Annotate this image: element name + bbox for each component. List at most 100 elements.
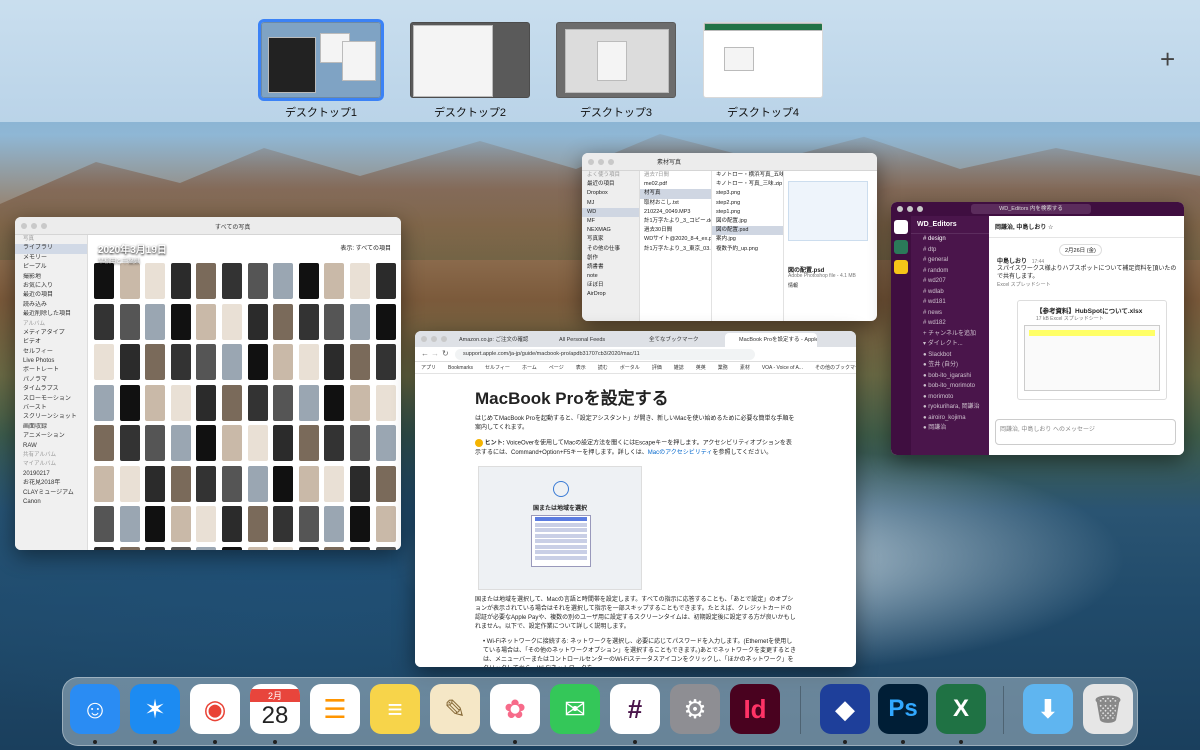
finder-file-item[interactable]: step2.png xyxy=(712,199,783,208)
window-controls[interactable] xyxy=(21,223,47,229)
slack-channel-item[interactable]: ● morimoto xyxy=(911,392,989,403)
photos-grid[interactable]: 2020年3月19日 早稲田と千葉県 表示: すべての項目 xyxy=(88,235,401,550)
photo-thumbnail[interactable] xyxy=(196,384,217,421)
photo-thumbnail[interactable] xyxy=(273,384,294,421)
photos-sidebar-item[interactable]: ピープル xyxy=(15,263,87,272)
photo-thumbnail[interactable] xyxy=(350,506,370,542)
window-controls[interactable] xyxy=(588,159,614,165)
space-thumbnail[interactable] xyxy=(703,22,823,98)
chrome-tab[interactable]: Amazon.co.jp: ご注文の確認 xyxy=(445,333,537,347)
photos-sidebar-item[interactable]: 最近の項目 xyxy=(15,291,87,300)
finder-file-item[interactable]: step3.png xyxy=(712,189,783,198)
photo-thumbnail[interactable] xyxy=(324,263,345,299)
slack-channel-item[interactable]: ● airoiro_kojima xyxy=(911,413,989,424)
dropbox-app[interactable]: ◆ xyxy=(820,684,870,734)
photo-thumbnail[interactable] xyxy=(247,263,268,299)
photo-thumbnail[interactable] xyxy=(324,344,345,380)
photo-thumbnail[interactable] xyxy=(196,303,217,340)
bookmark-item[interactable]: 読む xyxy=(598,365,608,371)
slack-channel-item[interactable]: ● 岡謙治 xyxy=(911,423,989,434)
bookmark-item[interactable]: 素材 xyxy=(740,365,750,371)
bookmark-item[interactable]: 表示 xyxy=(576,365,586,371)
finder-sidebar-item[interactable]: WD xyxy=(582,207,639,217)
photo-thumbnail[interactable] xyxy=(350,384,370,421)
photo-thumbnail[interactable] xyxy=(324,506,345,542)
photo-thumbnail[interactable] xyxy=(119,344,140,380)
slack-channel-item[interactable]: # design xyxy=(911,234,989,245)
photo-thumbnail[interactable] xyxy=(170,303,191,340)
bookmark-item[interactable]: アプリ xyxy=(421,365,436,371)
space-desktop-2[interactable]: デスクトップ2 xyxy=(410,22,530,124)
chrome-tab[interactable]: MacBook Proを設定する - Apple xyxy=(725,333,817,347)
photo-thumbnail[interactable] xyxy=(119,465,140,502)
finder-sidebar-item[interactable]: NEXMAG xyxy=(582,226,639,235)
photo-thumbnail[interactable] xyxy=(273,344,294,380)
slack-channel-item[interactable]: # general xyxy=(911,255,989,266)
finder-window[interactable]: 素材写真 よく使う項目 最近の項目 Dropbox MJ WD MF NEXMAG 写真家 その… xyxy=(582,153,877,321)
finder-file-item[interactable]: step1.png xyxy=(712,208,783,217)
photo-thumbnail[interactable] xyxy=(298,425,319,461)
photos-sidebar-item[interactable]: タイムラプス xyxy=(15,385,87,394)
photo-thumbnail[interactable] xyxy=(94,344,114,380)
bookmark-item[interactable]: その他のブックマーク xyxy=(815,365,856,371)
photo-thumbnail[interactable] xyxy=(170,506,191,542)
finder-column-files[interactable]: キノトロー・横浜写真_五味. キノトロー・写真_三味.zip step3.png st… xyxy=(712,171,784,321)
photo-thumbnail[interactable] xyxy=(247,425,268,461)
photos-sidebar-item[interactable]: 撮影地 xyxy=(15,273,87,282)
photos-sidebar-item[interactable]: RAW xyxy=(15,442,87,451)
window-controls[interactable] xyxy=(897,206,923,212)
bookmark-item[interactable]: 英英 xyxy=(696,365,706,371)
photos-sidebar-item[interactable]: ライブラリ xyxy=(15,244,87,254)
reminders-app[interactable]: ☰ xyxy=(310,684,360,734)
photos-filter-button[interactable]: 表示: すべての項目 xyxy=(336,241,395,254)
photo-thumbnail[interactable] xyxy=(196,425,217,461)
finder-sidebar-item[interactable]: AirDrop xyxy=(582,290,639,299)
finder-file-item[interactable]: 過去30日間 xyxy=(640,226,711,235)
photos-sidebar-item[interactable]: 20190217 xyxy=(15,470,87,479)
photos-sidebar-item[interactable]: スローモーション xyxy=(15,395,87,404)
photos-sidebar-item[interactable]: Canon xyxy=(15,498,87,507)
textedit-app[interactable]: ✎ xyxy=(430,684,480,734)
finder-file-item[interactable]: 複数予約_up.png xyxy=(712,245,783,254)
slack-channel-item[interactable]: # wd207 xyxy=(911,276,989,287)
slack-channel-item[interactable]: ▾ ダイレクト... xyxy=(911,339,989,350)
photo-thumbnail[interactable] xyxy=(119,384,140,421)
photo-thumbnail[interactable] xyxy=(350,263,370,299)
photo-thumbnail[interactable] xyxy=(350,344,370,380)
finder-file-item[interactable]: 210224_0049.MP3 xyxy=(640,208,711,217)
photo-thumbnail[interactable] xyxy=(170,344,191,380)
photo-thumbnail[interactable] xyxy=(247,506,268,542)
photo-thumbnail[interactable] xyxy=(273,546,294,550)
finder-sidebar-item[interactable]: 最近の項目 xyxy=(582,180,639,189)
photo-thumbnail[interactable] xyxy=(273,303,294,340)
photo-thumbnail[interactable] xyxy=(170,546,191,550)
photo-thumbnail[interactable] xyxy=(119,263,140,299)
bookmark-item[interactable]: VOA - Voice of A... xyxy=(762,365,803,371)
slack-window[interactable]: WD_Editors 内を検索する WD_Editors # design # d… xyxy=(891,202,1184,455)
finder-file-item[interactable]: 図の配置.jpg xyxy=(712,217,783,226)
space-desktop-1[interactable]: デスクトップ1 xyxy=(258,19,384,124)
workspace-icon[interactable] xyxy=(894,260,908,274)
photos-sidebar-item[interactable]: ポートレート xyxy=(15,366,87,375)
excel-app[interactable]: X xyxy=(936,684,986,734)
space-desktop-4[interactable]: デスクトップ4 xyxy=(703,22,823,124)
photo-thumbnail[interactable] xyxy=(145,425,166,461)
photo-thumbnail[interactable] xyxy=(324,465,345,502)
photos-sidebar-item[interactable]: パノラマ xyxy=(15,376,87,385)
photo-thumbnail[interactable] xyxy=(375,465,396,502)
finder-file-item[interactable]: 材写真 xyxy=(640,189,711,199)
photo-thumbnail[interactable] xyxy=(298,263,319,299)
photos-sidebar-item[interactable]: アニメーション xyxy=(15,432,87,441)
slack-channel-item[interactable]: # news xyxy=(911,308,989,319)
photos-sidebar-item[interactable]: 読み込み xyxy=(15,301,87,310)
finder-sidebar-item[interactable]: 読書書 xyxy=(582,263,639,272)
photo-thumbnail[interactable] xyxy=(247,344,268,380)
finder-file-item[interactable]: WDサイト@2020_8-4_ex.pdf xyxy=(640,235,711,244)
photo-thumbnail[interactable] xyxy=(94,303,114,340)
system-preferences-app[interactable]: ⚙ xyxy=(670,684,720,734)
photo-thumbnail[interactable] xyxy=(94,425,114,461)
slack-channel-item[interactable]: # random xyxy=(911,266,989,277)
photo-thumbnail[interactable] xyxy=(94,384,114,421)
photo-thumbnail[interactable] xyxy=(375,425,396,461)
finder-file-item[interactable]: キノトロー・写真_三味.zip xyxy=(712,180,783,189)
